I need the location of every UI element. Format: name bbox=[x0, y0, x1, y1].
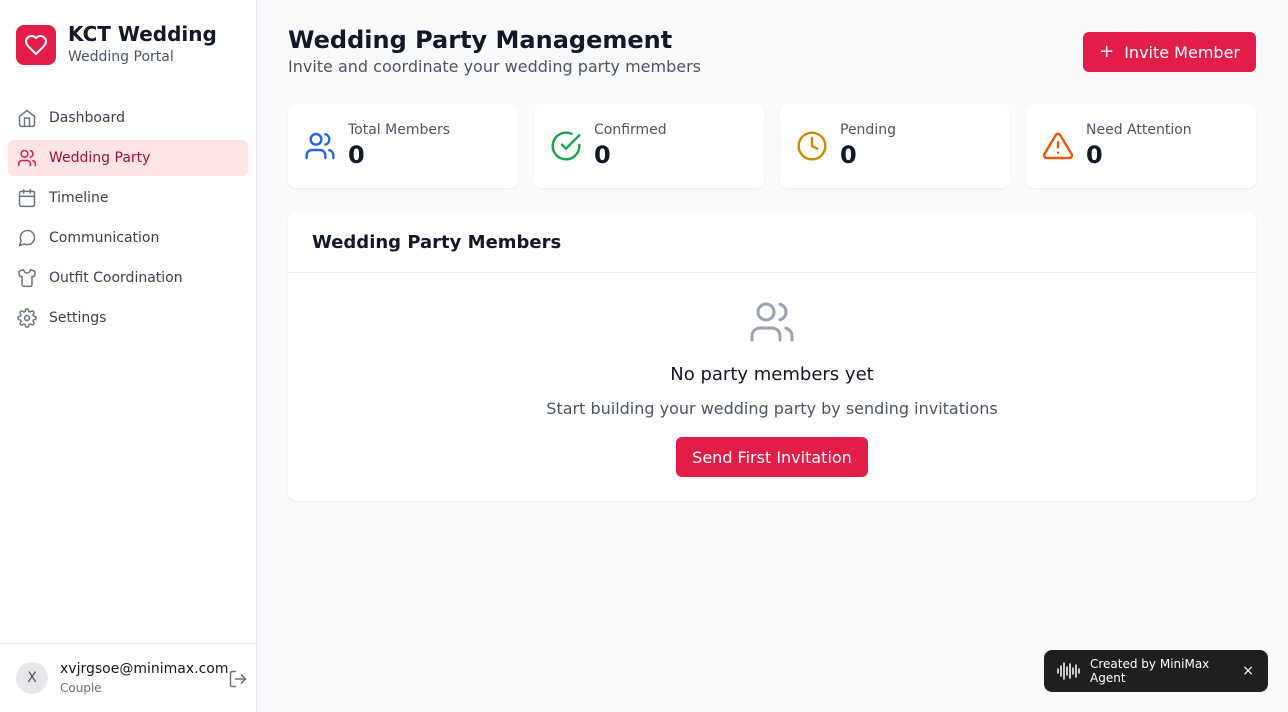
calendar-icon bbox=[17, 188, 37, 208]
stat-label: Need Attention bbox=[1086, 122, 1192, 138]
empty-title: No party members yet bbox=[670, 364, 874, 385]
stat-label: Confirmed bbox=[594, 122, 667, 138]
brand: KCT Wedding Wedding Portal bbox=[16, 22, 217, 67]
invite-member-label: Invite Member bbox=[1124, 42, 1240, 62]
main-content: Wedding Party Management Invite and coor… bbox=[288, 24, 1256, 501]
logout-icon[interactable] bbox=[228, 669, 248, 689]
waveform-icon bbox=[1056, 661, 1082, 681]
created-by-badge[interactable]: Created by MiniMax Agent × bbox=[1044, 650, 1268, 692]
home-icon bbox=[17, 108, 37, 128]
warning-icon bbox=[1042, 130, 1074, 162]
sidebar-nav: Dashboard Wedding Party Timeline Communi… bbox=[8, 100, 248, 340]
stat-card-need-attention: Need Attention 0 bbox=[1026, 104, 1256, 188]
stat-card-confirmed: Confirmed 0 bbox=[534, 104, 764, 188]
chat-icon bbox=[17, 228, 37, 248]
sidebar-item-label: Timeline bbox=[49, 190, 109, 206]
sidebar-item-wedding-party[interactable]: Wedding Party bbox=[8, 140, 248, 176]
user-email: xvjrgsoe@minimax.com bbox=[60, 661, 229, 677]
invite-member-button[interactable]: + Invite Member bbox=[1083, 32, 1256, 72]
users-icon bbox=[748, 298, 796, 346]
stats-row: Total Members 0 Confirmed 0 Pending 0 Ne… bbox=[288, 104, 1256, 188]
users-icon bbox=[304, 130, 336, 162]
empty-subtitle: Start building your wedding party by sen… bbox=[546, 399, 998, 418]
stat-label: Pending bbox=[840, 122, 896, 138]
stat-value: 0 bbox=[348, 141, 365, 169]
badge-text: Created by MiniMax Agent bbox=[1090, 657, 1210, 685]
plus-icon: + bbox=[1099, 41, 1115, 62]
sidebar-item-timeline[interactable]: Timeline bbox=[8, 180, 248, 216]
stat-value: 0 bbox=[1086, 141, 1103, 169]
sidebar-item-label: Communication bbox=[49, 230, 160, 246]
stat-card-pending: Pending 0 bbox=[780, 104, 1010, 188]
members-title: Wedding Party Members bbox=[288, 212, 1256, 273]
stat-value: 0 bbox=[840, 141, 857, 169]
heart-icon bbox=[16, 24, 56, 65]
gear-icon bbox=[17, 308, 37, 328]
users-icon bbox=[17, 148, 37, 168]
brand-subtitle: Wedding Portal bbox=[68, 49, 174, 65]
sidebar-item-dashboard[interactable]: Dashboard bbox=[8, 100, 248, 136]
sidebar-item-label: Wedding Party bbox=[49, 150, 151, 166]
close-icon[interactable]: × bbox=[1242, 663, 1254, 679]
send-first-invitation-button[interactable]: Send First Invitation bbox=[676, 437, 868, 477]
brand-title: KCT Wedding bbox=[68, 22, 217, 46]
sidebar-item-settings[interactable]: Settings bbox=[8, 300, 248, 336]
sidebar-item-label: Dashboard bbox=[49, 110, 125, 126]
user-panel: X xvjrgsoe@minimax.com Couple bbox=[0, 643, 256, 712]
avatar[interactable]: X bbox=[16, 662, 48, 694]
shirt-icon bbox=[17, 268, 37, 288]
sidebar-item-communication[interactable]: Communication bbox=[8, 220, 248, 256]
clock-icon bbox=[796, 130, 828, 162]
stat-label: Total Members bbox=[348, 122, 451, 138]
stat-value: 0 bbox=[594, 141, 611, 169]
sidebar-item-outfit-coordination[interactable]: Outfit Coordination bbox=[8, 260, 248, 296]
check-circle-icon bbox=[550, 130, 582, 162]
sidebar-item-label: Settings bbox=[49, 310, 107, 326]
sidebar-item-label: Outfit Coordination bbox=[49, 270, 183, 286]
user-role: Couple bbox=[60, 681, 102, 695]
members-card: Wedding Party Members No party members y… bbox=[288, 212, 1256, 501]
sidebar: KCT Wedding Wedding Portal Dashboard Wed… bbox=[0, 0, 257, 712]
stat-card-total: Total Members 0 bbox=[288, 104, 518, 188]
